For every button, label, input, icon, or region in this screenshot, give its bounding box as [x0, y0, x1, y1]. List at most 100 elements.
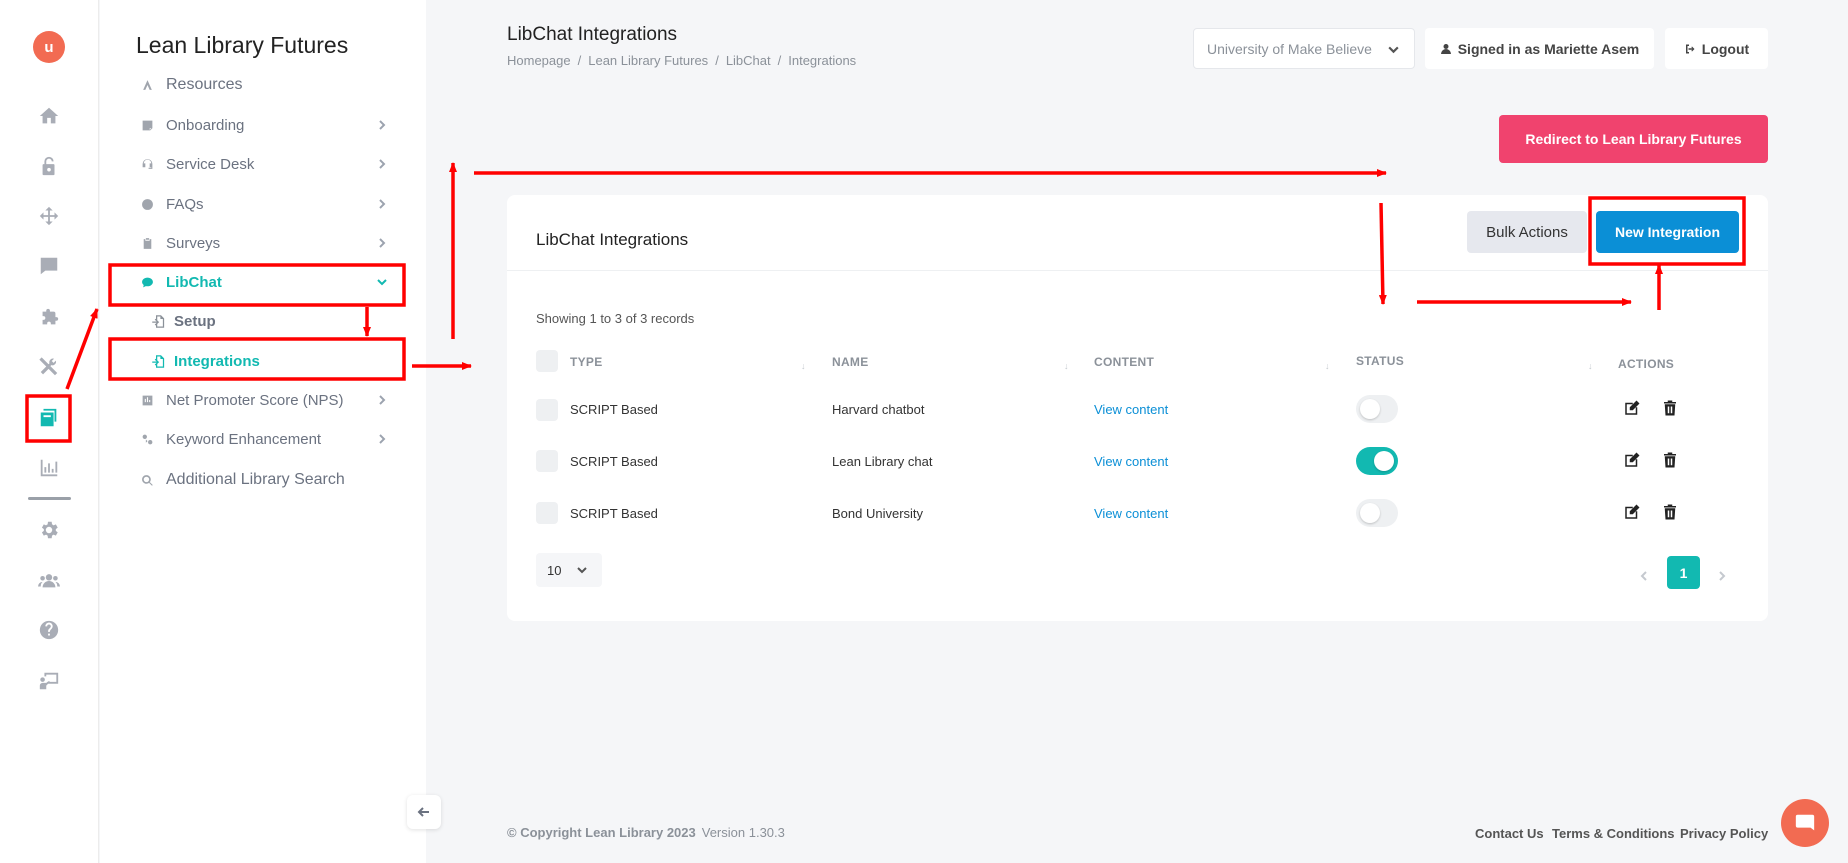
sidebar-item-faqs[interactable]: FAQs [140, 191, 390, 217]
view-content-link[interactable]: View content [1094, 506, 1168, 521]
clipboard-icon [140, 236, 154, 250]
card-divider [507, 270, 1768, 271]
chevron-right-icon [376, 393, 390, 407]
users-icon[interactable] [34, 566, 64, 596]
breadcrumb: Homepage / Lean Library Futures / LibCha… [507, 53, 856, 68]
column-header-content[interactable]: CONTENT [1094, 355, 1154, 369]
collapse-sidebar-button[interactable] [407, 795, 441, 829]
sidebar-item-nps[interactable]: Net Promoter Score (NPS) [140, 387, 390, 413]
edit-icon[interactable] [1623, 451, 1643, 471]
sidebar-item-label: Resources [166, 76, 243, 93]
sidebar-subitem-integrations[interactable]: Integrations [150, 348, 260, 374]
sidebar-item-additional-library-search[interactable]: Additional Library Search [140, 467, 390, 493]
file-import-icon [150, 353, 166, 369]
sidebar-item-label: Service Desk [166, 155, 255, 173]
breadcrumb-libchat[interactable]: LibChat [726, 53, 771, 68]
teacher-icon[interactable] [34, 666, 64, 696]
row-checkbox[interactable] [536, 450, 558, 472]
organization-select[interactable]: University of Make Believe [1193, 28, 1415, 69]
sidebar-item-keyword-enhancement[interactable]: Keyword Enhancement [140, 426, 390, 452]
trash-icon[interactable] [1661, 451, 1681, 471]
chevron-right-icon [376, 157, 390, 171]
rail-divider [28, 497, 71, 500]
per-page-value: 10 [547, 562, 562, 578]
status-toggle[interactable] [1356, 499, 1398, 527]
sidebar-subitem-setup[interactable]: Setup [150, 308, 216, 334]
breadcrumb-separator: / [715, 53, 719, 68]
sort-icon[interactable]: ↓ [1064, 361, 1069, 371]
bulk-actions-button[interactable]: Bulk Actions [1467, 211, 1587, 253]
tools-icon[interactable] [34, 352, 64, 382]
view-content-link[interactable]: View content [1094, 402, 1168, 417]
next-page-icon[interactable] [1716, 569, 1728, 581]
status-toggle[interactable] [1356, 447, 1398, 475]
chevron-down-icon [1387, 43, 1400, 56]
footer-link-contact[interactable]: Contact Us [1475, 826, 1544, 841]
sidebar-item-resources[interactable]: Resources [140, 72, 390, 98]
user-icon [1440, 43, 1451, 54]
sidebar-item-label: FAQs [166, 195, 204, 213]
chevron-right-icon [376, 236, 390, 250]
chevron-down-icon [576, 564, 588, 579]
nps-icon [140, 393, 154, 407]
logout-button[interactable]: Logout [1665, 28, 1768, 69]
help-icon[interactable] [34, 615, 64, 645]
keyword-icon [140, 432, 154, 446]
new-integration-button[interactable]: New Integration [1596, 211, 1739, 253]
puzzle-icon[interactable] [34, 303, 64, 333]
unlock-icon[interactable] [34, 151, 64, 181]
sort-icon[interactable]: ↓ [1588, 361, 1593, 371]
status-toggle[interactable] [1356, 395, 1398, 423]
toggle-knob [1360, 399, 1380, 419]
signed-in-button[interactable]: Signed in as Mariette Asem [1425, 28, 1654, 69]
footer-link-privacy[interactable]: Privacy Policy [1680, 826, 1768, 841]
breadcrumb-homepage[interactable]: Homepage [507, 53, 571, 68]
integrations-icon[interactable] [34, 403, 64, 433]
view-content-link[interactable]: View content [1094, 454, 1168, 469]
sidebar-item-libchat[interactable]: LibChat [140, 269, 390, 295]
integrations-card: LibChat Integrations Bulk Actions New In… [507, 195, 1768, 621]
sort-icon[interactable]: ↓ [1325, 361, 1330, 371]
move-icon[interactable] [34, 201, 64, 231]
select-all-checkbox[interactable] [536, 350, 558, 372]
page-number-button[interactable]: 1 [1667, 556, 1700, 589]
breadcrumb-separator: / [577, 53, 582, 68]
sidebar-item-label: Net Promoter Score (NPS) [166, 391, 344, 409]
sort-icon[interactable]: ↓ [801, 361, 806, 371]
lean-library-logo[interactable]: u [33, 31, 65, 63]
per-page-select[interactable]: 10 [536, 553, 602, 587]
column-header-actions: ACTIONS [1618, 357, 1675, 371]
cell-type: SCRIPT Based [570, 454, 658, 469]
file-import-icon [150, 313, 166, 329]
sidebar-item-surveys[interactable]: Surveys [140, 230, 390, 256]
sidebar-item-service-desk[interactable]: Service Desk [140, 151, 390, 177]
chat-bubble-icon [1795, 814, 1815, 831]
cell-type: SCRIPT Based [570, 506, 658, 521]
sidebar-subitem-label: Setup [174, 312, 216, 330]
toggle-knob [1374, 451, 1394, 471]
support-chat-button[interactable] [1781, 799, 1829, 847]
redirect-button[interactable]: Redirect to Lean Library Futures [1499, 115, 1768, 163]
column-header-type[interactable]: TYPE [570, 355, 603, 369]
edit-icon[interactable] [1623, 399, 1643, 419]
previous-page-icon[interactable] [1638, 569, 1650, 581]
column-header-name[interactable]: NAME [832, 355, 869, 369]
row-checkbox[interactable] [536, 502, 558, 524]
breadcrumb-lean-library-futures[interactable]: Lean Library Futures [588, 53, 708, 68]
home-icon[interactable] [34, 101, 64, 131]
headset-icon [140, 157, 154, 171]
row-checkbox[interactable] [536, 399, 558, 421]
sidebar-item-label: LibChat [166, 273, 222, 291]
footer-link-terms[interactable]: Terms & Conditions [1552, 826, 1675, 841]
sidebar-item-onboarding[interactable]: Onboarding [140, 112, 390, 138]
chart-icon[interactable] [34, 453, 64, 483]
signed-in-label: Signed in as Mariette Asem [1457, 40, 1640, 57]
trash-icon[interactable] [1661, 399, 1681, 419]
gear-icon[interactable] [34, 515, 64, 545]
edit-icon[interactable] [1623, 503, 1643, 523]
chat-icon[interactable] [34, 251, 64, 281]
chevron-right-icon [376, 118, 390, 132]
trash-icon[interactable] [1661, 503, 1681, 523]
chevron-down-icon [376, 275, 390, 289]
column-header-status[interactable]: STATUS [1356, 354, 1404, 368]
